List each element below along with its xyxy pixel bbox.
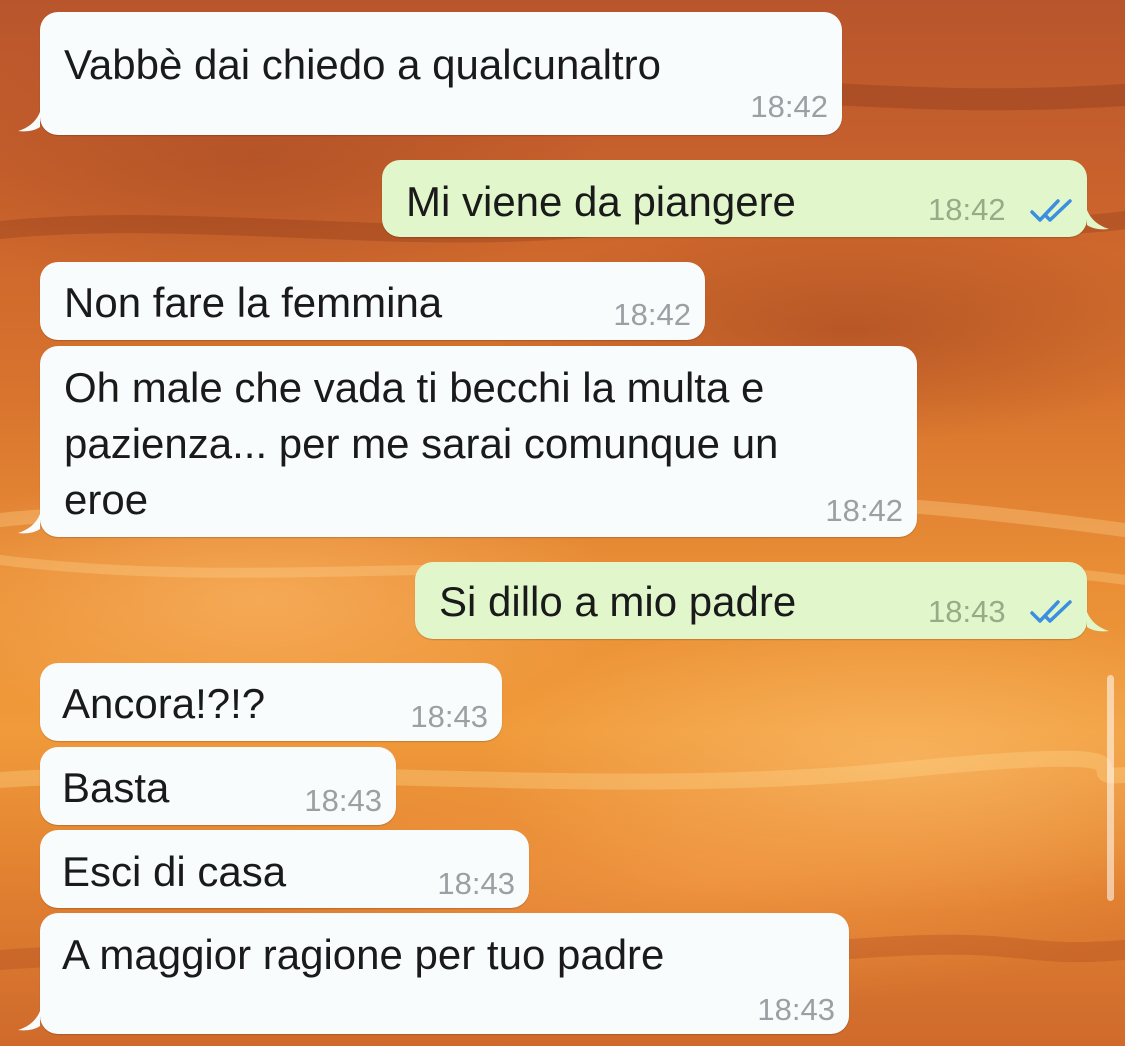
message-text: Non fare la femmina bbox=[64, 279, 443, 326]
message-time: 18:43 bbox=[304, 783, 382, 818]
message-bubble-incoming[interactable]: Basta 18:43 bbox=[40, 747, 396, 825]
bubble-tail bbox=[1087, 210, 1109, 230]
message-time: 18:43 bbox=[410, 699, 488, 734]
message-bubble-incoming[interactable]: Ancora!?!? 18:43 bbox=[40, 663, 502, 741]
double-check-icon bbox=[1030, 600, 1072, 623]
message-time: 18:43 bbox=[757, 992, 835, 1027]
message-bubble-incoming[interactable]: Esci di casa 18:43 bbox=[40, 830, 529, 908]
bubble-tail bbox=[18, 1011, 40, 1031]
bubble-tail bbox=[18, 514, 40, 534]
message-text: Esci di casa bbox=[62, 848, 287, 895]
message-time: 18:42 bbox=[750, 89, 828, 124]
message-text: Vabbè dai chiedo a qualcunaltro bbox=[64, 41, 662, 88]
message-text: Si dillo a mio padre bbox=[439, 578, 797, 625]
bubble-tail bbox=[1087, 612, 1109, 632]
message-bubble-incoming[interactable]: A maggior ragione per tuo padre 18:43 bbox=[18, 913, 849, 1034]
message-bubble-outgoing[interactable]: Mi viene da piangere 18:42 bbox=[382, 160, 1109, 237]
message-time: 18:42 bbox=[613, 297, 691, 332]
message-text: A maggior ragione per tuo padre bbox=[62, 931, 665, 978]
message-time: 18:42 bbox=[928, 192, 1006, 227]
message-text: Oh male che vada ti becchi la multa e pa… bbox=[64, 364, 779, 523]
message-text: Mi viene da piangere bbox=[406, 178, 796, 225]
message-time: 18:42 bbox=[825, 493, 903, 528]
message-bubble-incoming[interactable]: Vabbè dai chiedo a qualcunaltro 18:42 bbox=[18, 12, 842, 135]
message-time: 18:43 bbox=[437, 866, 515, 901]
message-bubble-incoming[interactable]: Oh male che vada ti becchi la multa e pa… bbox=[18, 346, 917, 537]
message-bubble-outgoing[interactable]: Si dillo a mio padre 18:43 bbox=[415, 562, 1109, 639]
message-text: Basta bbox=[62, 764, 170, 811]
scrollbar[interactable] bbox=[1107, 675, 1114, 901]
double-check-icon bbox=[1030, 199, 1072, 222]
message-text: Ancora!?!? bbox=[62, 680, 266, 727]
message-bubble-incoming[interactable]: Non fare la femmina 18:42 bbox=[40, 262, 705, 340]
message-time: 18:43 bbox=[928, 594, 1006, 629]
bubble-tail bbox=[18, 112, 40, 132]
